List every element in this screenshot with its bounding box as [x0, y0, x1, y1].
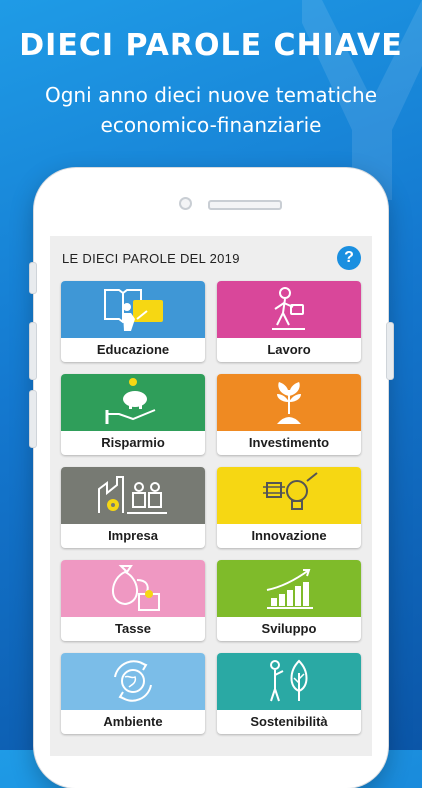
phone-volume-down-button	[29, 390, 37, 448]
phone-camera	[179, 197, 192, 210]
card-innovazione-header	[217, 467, 361, 524]
subheadline-line-1: Ogni anno dieci nuove tematiche	[44, 83, 378, 107]
person-tree-icon	[270, 659, 308, 702]
card-risparmio[interactable]: Risparmio	[61, 374, 205, 455]
card-innovazione[interactable]: Innovazione	[217, 467, 361, 548]
card-innovazione-label: Innovazione	[251, 528, 327, 543]
card-educazione[interactable]: Educazione	[61, 281, 205, 362]
card-educazione-label: Educazione	[96, 342, 170, 357]
worker-icon	[272, 287, 305, 330]
card-tasse-header	[61, 560, 205, 617]
card-investimento[interactable]: Investimento	[217, 374, 361, 455]
globe-icon	[114, 660, 152, 702]
card-ambiente-header	[61, 653, 205, 710]
factory-icon	[98, 476, 167, 514]
phone-power-button	[386, 322, 394, 380]
app-screen: LE DIECI PAROLE DEL 2019 ? Educazione La…	[50, 236, 372, 756]
card-impresa[interactable]: Impresa	[61, 467, 205, 548]
lightbulb-chip-icon	[263, 472, 318, 510]
card-sostenibilita-header	[217, 653, 361, 710]
card-risparmio-header	[61, 374, 205, 431]
card-sviluppo-header	[217, 560, 361, 617]
subheadline-line-2: economico-finanziarie	[100, 113, 322, 137]
card-sviluppo-label: Sviluppo	[261, 621, 317, 636]
phone-side-button	[29, 262, 37, 294]
help-button[interactable]: ?	[337, 246, 361, 270]
card-sviluppo[interactable]: Sviluppo	[217, 560, 361, 641]
card-impresa-header	[61, 467, 205, 524]
phone-speaker	[208, 200, 282, 210]
growth-chart-icon	[266, 569, 313, 609]
phone-volume-up-button	[29, 322, 37, 380]
plant-icon	[277, 382, 301, 424]
headline: DIECI PAROLE CHIAVE	[19, 28, 403, 63]
keywords-grid: Educazione Lavoro Risparmio Investimento…	[61, 281, 361, 734]
card-educazione-header	[61, 281, 205, 338]
card-ambiente-label: Ambiente	[103, 714, 163, 729]
card-lavoro-header	[217, 281, 361, 338]
subheadline: Ogni anno dieci nuove tematiche economic…	[20, 80, 402, 140]
card-impresa-label: Impresa	[108, 528, 158, 543]
card-risparmio-label: Risparmio	[101, 435, 165, 450]
card-lavoro[interactable]: Lavoro	[217, 281, 361, 362]
screen-title: LE DIECI PAROLE DEL 2019	[62, 251, 240, 266]
card-tasse-label: Tasse	[115, 621, 151, 636]
money-bag-icon	[112, 565, 160, 611]
card-sostenibilita-label: Sostenibilità	[250, 714, 328, 729]
card-ambiente[interactable]: Ambiente	[61, 653, 205, 734]
card-tasse[interactable]: Tasse	[61, 560, 205, 641]
book-icon	[104, 289, 163, 331]
card-investimento-label: Investimento	[248, 435, 330, 450]
card-sostenibilita[interactable]: Sostenibilità	[217, 653, 361, 734]
card-investimento-header	[217, 374, 361, 431]
piggy-bank-icon	[105, 378, 156, 424]
card-lavoro-label: Lavoro	[267, 342, 311, 357]
